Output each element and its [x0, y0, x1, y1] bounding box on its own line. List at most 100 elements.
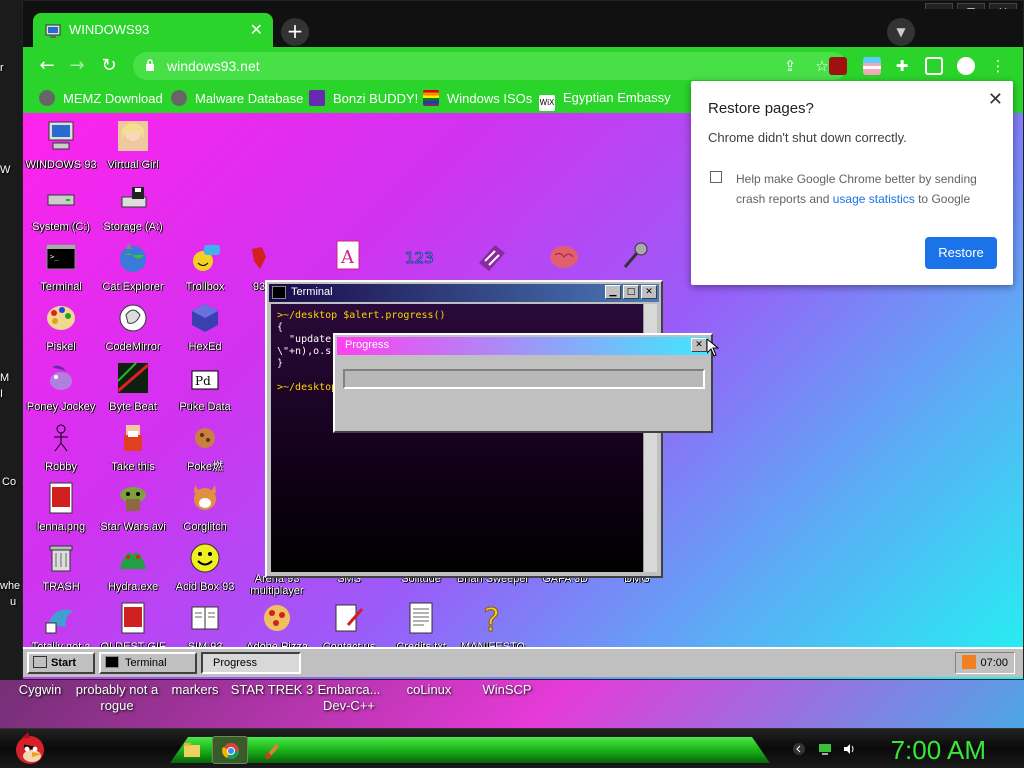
angry-bird-start-icon[interactable]	[12, 730, 48, 766]
w93-icon-hydra[interactable]: Hydra.exe	[95, 541, 171, 593]
w93-icon-take-this[interactable]: Take this	[95, 421, 171, 473]
cookie-icon	[195, 428, 215, 448]
w93-icon-totally-not-a[interactable]: Totally not a	[23, 601, 99, 653]
terminal-minimize-button[interactable]: ▁	[605, 285, 621, 299]
w93-tray-clock[interactable]: 07:00	[955, 652, 1015, 674]
profile-avatar[interactable]	[957, 57, 975, 75]
pony-icon	[50, 365, 72, 390]
host-desktop-icon-devcpp[interactable]: Embarca... Dev-C++	[306, 682, 392, 714]
w93-icon-byte-beat[interactable]: Byte Beat	[95, 361, 171, 413]
extensions-puzzle-icon[interactable]: ✚	[893, 57, 911, 75]
bookmark-memz[interactable]: MEMZ Download	[39, 90, 163, 108]
w93-icon-sim93[interactable]: SIM 93	[167, 601, 243, 653]
terminal-line: "update	[277, 334, 332, 345]
chevron-left-tray-icon[interactable]	[792, 742, 806, 756]
w93-taskbar-progress[interactable]: Progress	[201, 652, 301, 674]
share-icon[interactable]: ⇪	[781, 57, 799, 75]
w93-icon-virtual-girl[interactable]: Virtual Girl	[95, 119, 171, 171]
w93-start-button[interactable]: Start	[27, 652, 95, 674]
host-side-label: I	[0, 388, 4, 400]
restore-button[interactable]: Restore	[925, 237, 997, 269]
url-text[interactable]: windows93.net	[167, 58, 260, 74]
w93-taskbar-terminal[interactable]: Terminal	[99, 652, 197, 674]
forward-arrow-icon[interactable]: →	[67, 56, 87, 76]
brain-app-icon[interactable]	[547, 239, 581, 273]
w93-icon-poke[interactable]: Poke燃	[167, 421, 243, 473]
w93-icon-adobe-pizza[interactable]: Adobe Pizza	[239, 601, 315, 653]
w93-icon-contact-us[interactable]: Contact us	[311, 601, 387, 653]
terminal-line: \"+n),o.s	[277, 346, 332, 357]
microphone-app-icon[interactable]	[619, 239, 653, 273]
globe-icon	[39, 90, 55, 106]
w93-start-icon	[33, 656, 47, 668]
progress-titlebar[interactable]: Progress ✕	[337, 337, 709, 355]
file-explorer-taskbar-button[interactable]	[174, 736, 210, 764]
bookmark-malware-db[interactable]: Malware Database	[171, 90, 303, 108]
side-panel-icon[interactable]	[925, 57, 943, 75]
w93-icon-storage-a[interactable]: Storage (A:)	[95, 181, 171, 233]
w93-icon-windows93[interactable]: WINDOWS 93	[23, 119, 99, 171]
host-desktop-icon-rogue[interactable]: probably not a rogue	[74, 682, 160, 714]
w93-icon-hexed[interactable]: HexEd	[167, 301, 243, 353]
host-clock[interactable]: 7:00 AM	[891, 735, 986, 766]
ublock-extension-icon[interactable]	[829, 57, 847, 75]
back-arrow-icon[interactable]: ←	[37, 56, 57, 76]
w93-icon-system-c[interactable]: System (C:)	[23, 181, 99, 233]
w93-icon-acid-box[interactable]: Acid Box 93	[167, 541, 243, 593]
host-desktop-icon-markers[interactable]: markers	[152, 682, 238, 698]
bookmark-bonzi[interactable]: Bonzi BUDDY!	[309, 90, 418, 108]
w93-icon-cat-explorer[interactable]: Cat Explorer	[95, 241, 171, 293]
terminal-close-button[interactable]: ✕	[641, 285, 657, 299]
terminal-maximize-button[interactable]: □	[623, 285, 639, 299]
w93-icon-star-wars[interactable]: Star Wars.avi	[95, 481, 171, 533]
rss-icon	[962, 655, 977, 669]
host-desktop-icon-star-trek[interactable]: STAR TREK 3	[229, 682, 315, 698]
reload-icon[interactable]: ↻	[99, 56, 119, 76]
w93-icon-trollbox[interactable]: Trollbox	[167, 241, 243, 293]
host-desktop-icon-cygwin[interactable]: Cygwin	[0, 682, 83, 698]
w93-icon-codemirror[interactable]: CodeMirror	[95, 301, 171, 353]
host-side-label: u	[10, 596, 17, 608]
restore-dialog-title: Restore pages?	[708, 100, 814, 117]
tool-taskbar-button[interactable]	[254, 736, 290, 764]
bookmark-windows-isos[interactable]: Windows ISOs	[423, 90, 532, 108]
new-tab-button[interactable]: +	[281, 18, 309, 46]
w93-icon-oldest-gif[interactable]: OLDEST GIF	[95, 601, 171, 653]
tab-search-chevron-down-icon[interactable]: ▼	[887, 18, 915, 46]
network-tray-icon[interactable]	[818, 742, 832, 756]
w93-icon-piskel[interactable]: Piskel	[23, 301, 99, 353]
host-taskbar	[0, 728, 1024, 768]
font-app-icon[interactable]: A	[331, 239, 365, 273]
tab-windows93[interactable]: WINDOWS93 ✕	[33, 13, 273, 47]
w93-icon-robby[interactable]: Robby	[23, 421, 99, 473]
w93-icon-credits[interactable]: Credits.txt	[383, 601, 459, 653]
terminal-line: >~/desktop $alert.progress()	[277, 310, 446, 321]
svg-text:>_: >_	[50, 253, 59, 261]
piano-app-icon[interactable]	[475, 239, 509, 273]
host-desktop-icon-winscp[interactable]: WinSCP	[464, 682, 550, 698]
w93-taskbar-progress-label: Progress	[213, 657, 258, 669]
address-bar[interactable]: windows93.net ⇪ ☆	[133, 52, 847, 80]
w93-icon-terminal[interactable]: >_ Terminal	[23, 241, 99, 293]
crash-report-checkbox[interactable]	[710, 171, 722, 183]
tab-close-icon[interactable]: ✕	[250, 20, 263, 39]
counter-app-icon[interactable]: 123	[403, 239, 437, 273]
progress-close-button[interactable]: ✕	[691, 338, 707, 352]
kebab-menu-icon[interactable]: ⋮	[989, 57, 1007, 75]
w93-icon-manifesto[interactable]: ? MANIFESTO	[455, 601, 531, 654]
host-desktop-icon-colinux[interactable]: coLinux	[386, 682, 472, 698]
volume-tray-icon[interactable]	[842, 742, 856, 756]
w93-icon-trash[interactable]: TRASH	[23, 541, 99, 593]
w93-icon-lenna[interactable]: lenna.png	[23, 481, 99, 533]
w93-icon-poney-jockey[interactable]: Poney Jockey	[23, 361, 99, 413]
w93-icon-corglitch[interactable]: Corglitch	[167, 481, 243, 533]
usage-statistics-link[interactable]: usage statistics	[833, 192, 915, 206]
bookmark-egyptian-embassy[interactable]: WiX Egyptian Embassy	[539, 90, 671, 111]
pride-flag-extension-icon[interactable]	[863, 57, 881, 75]
chrome-taskbar-button[interactable]	[212, 736, 248, 764]
folder-icon	[184, 743, 200, 757]
dolphin-icon	[45, 609, 74, 634]
terminal-titlebar[interactable]: Terminal ▁ □ ✕	[269, 284, 659, 302]
restore-dialog-close-icon[interactable]: ✕	[988, 89, 1003, 110]
w93-icon-puke-data[interactable]: Pd Puke Data	[167, 361, 243, 413]
